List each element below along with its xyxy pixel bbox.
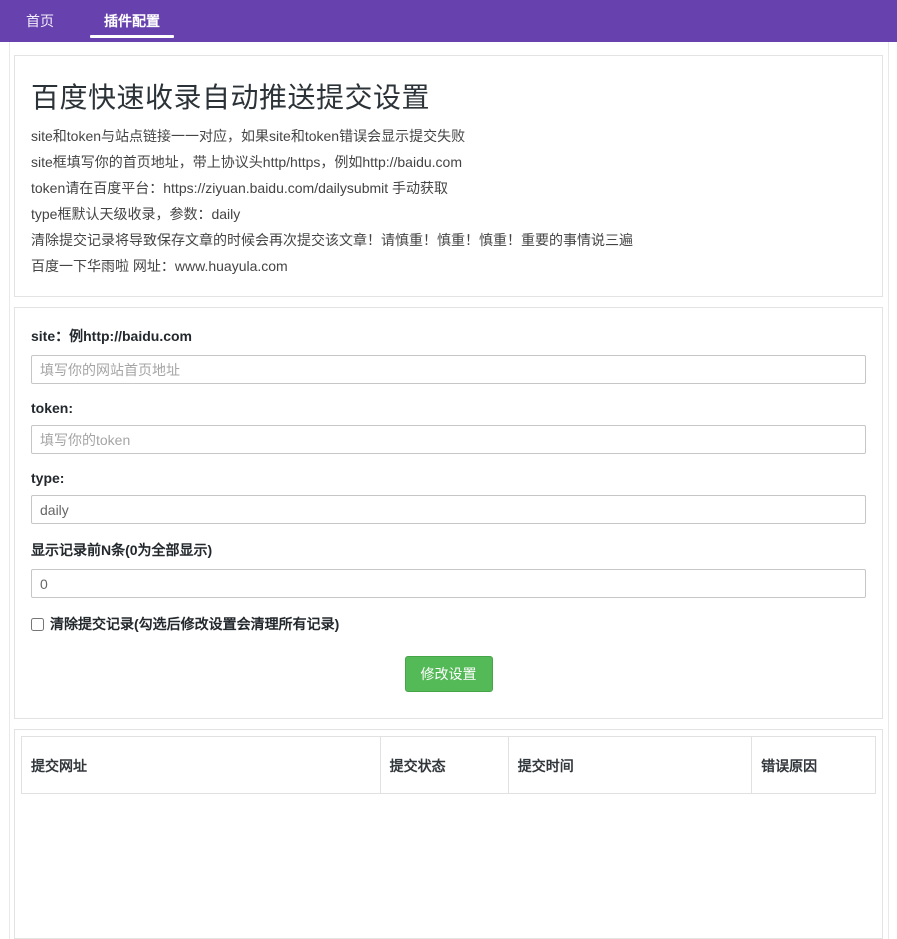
col-header-submit-url: 提交网址 <box>22 737 381 794</box>
tab-home[interactable]: 首页 <box>14 0 66 42</box>
save-settings-button[interactable]: 修改设置 <box>405 656 493 692</box>
site-input[interactable] <box>31 355 866 384</box>
clear-records-checkbox[interactable] <box>31 618 44 631</box>
page-container: 百度快速收录自动推送提交设置 site和token与站点链接一一对应，如果sit… <box>9 42 889 939</box>
limit-label: 显示记录前N条(0为全部显示) <box>31 540 866 560</box>
intro-line: site和token与站点链接一一对应，如果site和token错误会显示提交失… <box>31 128 866 144</box>
col-header-submit-time: 提交时间 <box>508 737 751 794</box>
settings-form-card: site：例http://baidu.com token: type: 显示记录… <box>14 307 883 719</box>
tab-plugin-config[interactable]: 插件配置 <box>88 0 176 42</box>
limit-input[interactable] <box>31 569 866 598</box>
type-input[interactable] <box>31 495 866 524</box>
intro-line: 清除提交记录将导致保存文章的时候会再次提交该文章！请慎重！慎重！慎重！重要的事情… <box>31 232 866 248</box>
records-table-card: 提交网址 提交状态 提交时间 错误原因 <box>14 729 883 939</box>
page-title: 百度快速收录自动推送提交设置 <box>31 76 866 116</box>
button-row: 修改设置 <box>31 652 866 704</box>
token-input[interactable] <box>31 425 866 454</box>
records-table: 提交网址 提交状态 提交时间 错误原因 <box>21 736 876 794</box>
clear-records-label: 清除提交记录(勾选后修改设置会清理所有记录) <box>50 614 339 634</box>
site-label: site：例http://baidu.com <box>31 326 866 346</box>
records-header-row: 提交网址 提交状态 提交时间 错误原因 <box>22 737 876 794</box>
intro-line: type框默认天级收录，参数：daily <box>31 206 866 222</box>
intro-card: 百度快速收录自动推送提交设置 site和token与站点链接一一对应，如果sit… <box>14 55 883 297</box>
intro-line: 百度一下华雨啦 网址：www.huayula.com <box>31 258 866 274</box>
col-header-error-reason: 错误原因 <box>752 737 876 794</box>
col-header-submit-status: 提交状态 <box>380 737 508 794</box>
intro-line: token请在百度平台：https://ziyuan.baidu.com/dai… <box>31 180 866 196</box>
type-label: type: <box>31 470 866 486</box>
intro-line: site框填写你的首页地址，带上协议头http/https，例如http://b… <box>31 154 866 170</box>
top-tab-bar: 首页 插件配置 <box>0 0 897 42</box>
token-label: token: <box>31 400 866 416</box>
clear-records-row: 清除提交记录(勾选后修改设置会清理所有记录) <box>31 614 866 634</box>
